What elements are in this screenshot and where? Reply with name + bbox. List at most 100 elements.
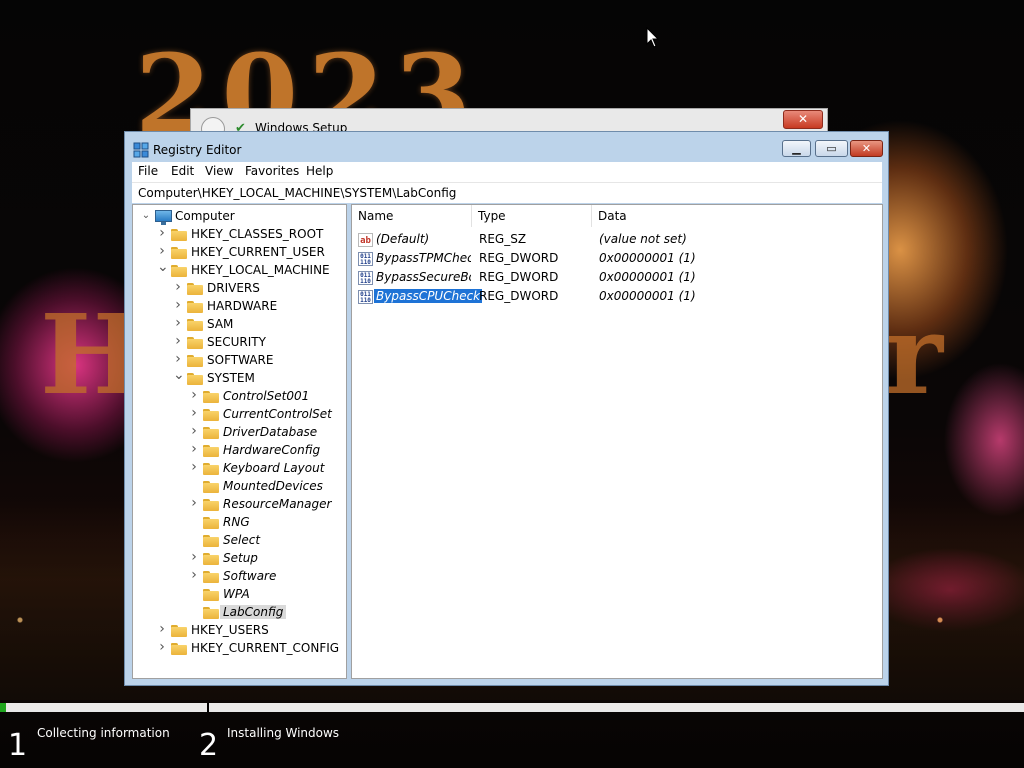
chevron-down-icon[interactable]: ⌄ xyxy=(141,210,151,221)
tree-node-labconfig[interactable]: LabConfig xyxy=(189,604,346,622)
maximize-button[interactable]: ▭ xyxy=(815,140,848,157)
computer-icon xyxy=(155,210,172,225)
step-2-number: 2 xyxy=(199,728,219,763)
chevron-right-icon[interactable]: › xyxy=(189,459,199,475)
folder-icon xyxy=(187,319,203,331)
chevron-right-icon[interactable]: › xyxy=(189,405,199,421)
menu-favorites[interactable]: Favorites xyxy=(245,164,299,178)
chevron-right-icon[interactable]: › xyxy=(173,351,183,367)
menu-edit[interactable]: Edit xyxy=(171,164,194,178)
chevron-right-icon[interactable]: › xyxy=(189,549,199,565)
menu-help[interactable]: Help xyxy=(306,164,333,178)
tree-node-currentcontrolset[interactable]: › CurrentControlSet xyxy=(189,405,346,424)
tree-node-label: HKEY_LOCAL_MACHINE xyxy=(191,263,330,277)
tree-node-security[interactable]: › SECURITY xyxy=(173,333,346,352)
tree-node-label: HARDWARE xyxy=(207,299,278,313)
column-header-data[interactable]: Data xyxy=(592,205,882,227)
menu-bar: File Edit View Favorites Help xyxy=(132,162,882,182)
folder-icon xyxy=(203,481,219,493)
tree-node-label: Keyboard Layout xyxy=(223,461,325,475)
tree-node-software[interactable]: › Software xyxy=(189,567,346,586)
tree-node-sam[interactable]: › SAM xyxy=(173,315,346,334)
folder-icon xyxy=(171,265,187,277)
tree-node-rng[interactable]: RNG xyxy=(189,514,346,532)
close-button[interactable]: ✕ xyxy=(850,140,883,157)
value-name[interactable]: BypassSecureBo... xyxy=(376,270,471,284)
chevron-right-icon[interactable]: › xyxy=(173,297,183,313)
folder-icon xyxy=(203,463,219,475)
tree-node-system[interactable]: ⌄ SYSTEM xyxy=(173,367,346,388)
dword-value-icon: 011 110 xyxy=(358,252,373,266)
chevron-right-icon[interactable]: › xyxy=(157,621,167,637)
chevron-right-icon[interactable]: › xyxy=(173,279,183,295)
column-header-type[interactable]: Type xyxy=(472,205,592,227)
folder-icon xyxy=(171,247,187,259)
tree-node-hkey-current-config[interactable]: › HKEY_CURRENT_CONFIG xyxy=(157,639,340,658)
chevron-right-icon[interactable]: › xyxy=(157,225,167,241)
tree-node-label: HKEY_CURRENT_CONFIG xyxy=(191,641,340,655)
tree-node-setup[interactable]: › Setup xyxy=(189,549,346,568)
chevron-right-icon[interactable]: › xyxy=(189,387,199,403)
chevron-down-icon[interactable]: ⌄ xyxy=(173,367,185,383)
tree-node-resourcemanager[interactable]: › ResourceManager xyxy=(189,495,346,514)
chevron-right-icon[interactable]: › xyxy=(189,423,199,439)
value-row[interactable]: 011 110 BypassTPMCheck REG_DWORD 0x00000001… xyxy=(355,250,875,269)
value-type: REG_SZ xyxy=(479,232,527,246)
folder-icon xyxy=(187,301,203,313)
tree-node-label: WPA xyxy=(223,587,250,601)
tree-node-computer[interactable]: ⌄ Computer xyxy=(141,208,341,226)
folder-icon xyxy=(203,427,219,439)
title-bar[interactable]: Registry Editor ▁ ▭ ✕ xyxy=(125,132,888,162)
folder-icon xyxy=(187,355,203,367)
tree-node-keyboard-layout[interactable]: › Keyboard Layout xyxy=(189,459,346,478)
tree-node-drivers[interactable]: › DRIVERS xyxy=(173,279,346,298)
tree-node-hkey-local-machine[interactable]: ⌄ HKEY_LOCAL_MACHINE xyxy=(157,259,337,280)
address-path[interactable]: Computer\HKEY_LOCAL_MACHINE\SYSTEM\LabCo… xyxy=(138,186,456,200)
tree-node-hardware[interactable]: › HARDWARE xyxy=(173,297,346,316)
value-row[interactable]: ab (Default) REG_SZ (value not set) xyxy=(355,231,875,250)
tree-node-hkey-users[interactable]: › HKEY_USERS xyxy=(157,621,337,640)
tree-node-wpa[interactable]: WPA xyxy=(189,586,346,604)
folder-icon xyxy=(171,625,187,637)
key-tree-pane[interactable]: ⌄ Computer › HKEY_CLASSES_ROOT › HKEY_CURRE… xyxy=(132,204,347,679)
values-list-pane[interactable]: Name Type Data ab (Default) REG_SZ (value n… xyxy=(351,204,883,679)
column-header-name[interactable]: Name xyxy=(352,205,472,227)
dword-value-icon: 011 110 xyxy=(358,290,373,304)
chevron-right-icon[interactable]: › xyxy=(173,333,183,349)
address-bar[interactable]: Computer\HKEY_LOCAL_MACHINE\SYSTEM\LabCo… xyxy=(132,182,882,203)
mouse-pointer-icon xyxy=(646,26,660,49)
chevron-right-icon[interactable]: › xyxy=(189,441,199,457)
value-row[interactable]: 011 110 BypassCPUCheck REG_DWORD 0x00000001… xyxy=(355,288,875,307)
chevron-right-icon[interactable]: › xyxy=(189,495,199,511)
folder-icon xyxy=(171,229,187,241)
setup-close-button[interactable]: ✕ xyxy=(783,110,823,129)
tree-node-mounteddevices[interactable]: MountedDevices xyxy=(189,478,346,496)
value-name[interactable]: (Default) xyxy=(376,232,471,246)
registry-editor-window: Registry Editor ▁ ▭ ✕ File Edit View Fav… xyxy=(124,131,889,686)
minimize-button[interactable]: ▁ xyxy=(782,140,811,157)
tree-node-hkey-classes-root[interactable]: › HKEY_CLASSES_ROOT xyxy=(157,225,337,244)
chevron-right-icon[interactable]: › xyxy=(189,567,199,583)
tree-node-label: LabConfig xyxy=(220,605,287,619)
chevron-right-icon[interactable]: › xyxy=(157,639,167,655)
value-name[interactable]: BypassTPMCheck xyxy=(376,251,471,265)
menu-view[interactable]: View xyxy=(205,164,233,178)
folder-icon xyxy=(203,607,219,619)
tree-node-controlset001[interactable]: › ControlSet001 xyxy=(189,387,346,406)
tree-node-hardwareconfig[interactable]: › HardwareConfig xyxy=(189,441,346,460)
tree-node-software[interactable]: › SOFTWARE xyxy=(173,351,346,370)
chevron-down-icon[interactable]: ⌄ xyxy=(157,259,169,275)
tree-node-label: Computer xyxy=(175,209,235,223)
chevron-right-icon[interactable]: › xyxy=(157,243,167,259)
tree-node-select[interactable]: Select xyxy=(189,532,346,550)
chevron-right-icon[interactable]: › xyxy=(173,315,183,331)
folder-icon xyxy=(171,643,187,655)
menu-file[interactable]: File xyxy=(138,164,158,178)
folder-icon xyxy=(203,517,219,529)
value-name[interactable]: BypassCPUCheck xyxy=(372,288,484,304)
tree-node-hkey-current-user[interactable]: › HKEY_CURRENT_USER xyxy=(157,243,337,262)
folder-icon xyxy=(203,535,219,547)
folder-icon xyxy=(203,499,219,511)
value-row[interactable]: 011 110BypassSecureBo... REG_DWORD 0x00000… xyxy=(355,269,875,288)
tree-node-driverdatabase[interactable]: › DriverDatabase xyxy=(189,423,346,442)
